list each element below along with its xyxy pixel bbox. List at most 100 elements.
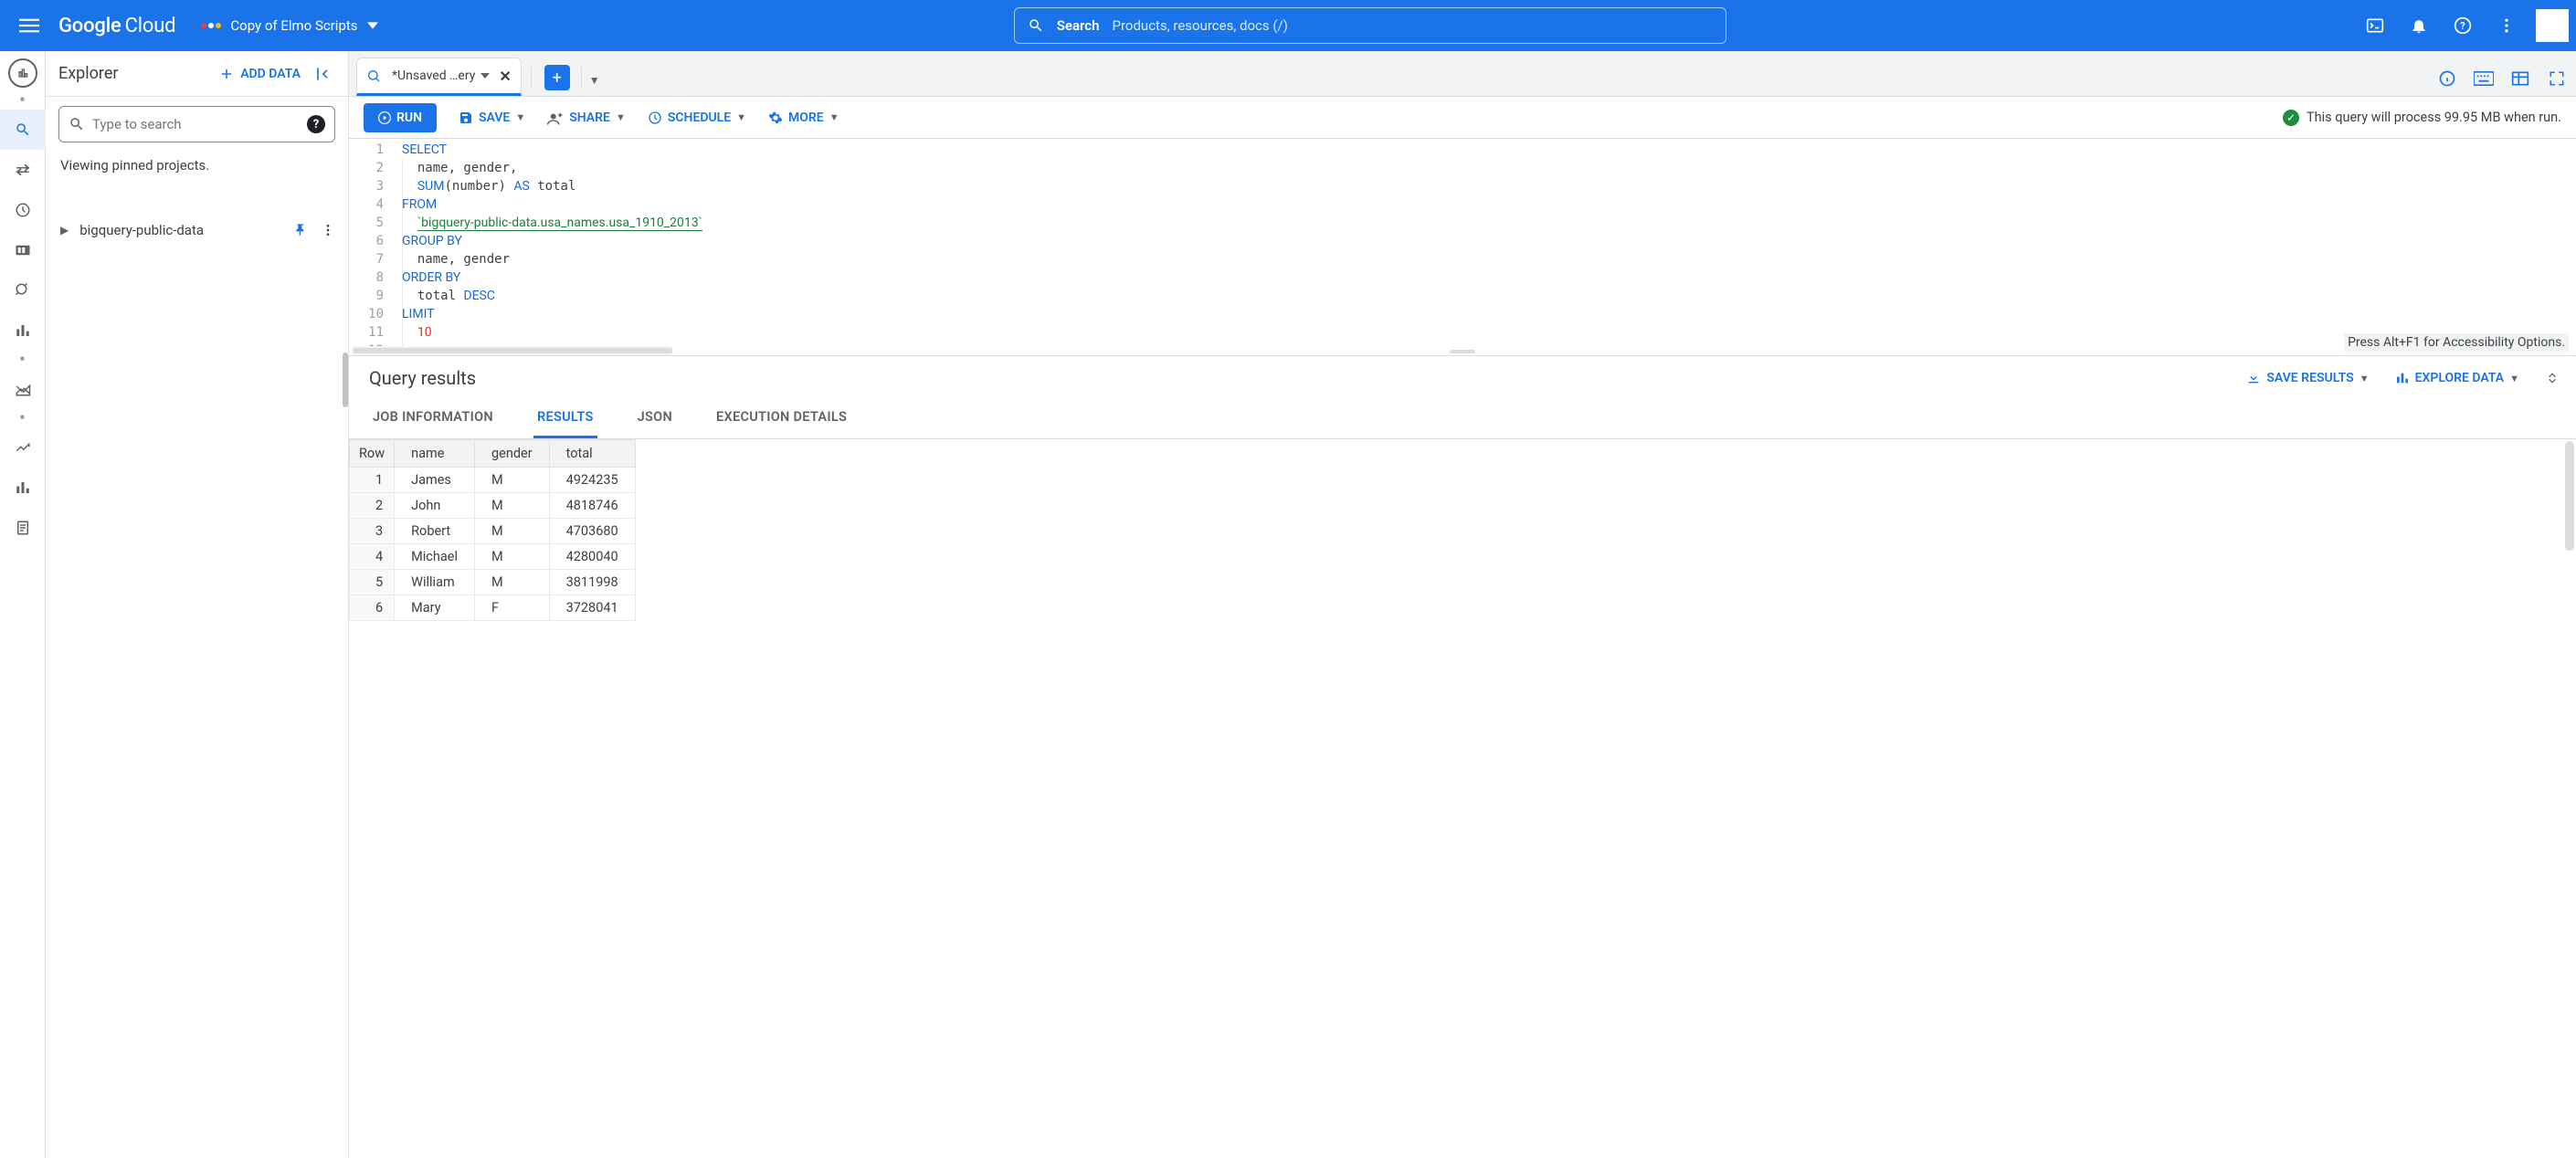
- col-gender[interactable]: gender: [474, 440, 549, 468]
- sql-editor[interactable]: 123456789101112 SELECT name, gender, SUM…: [349, 139, 2576, 356]
- cell-gender: M: [474, 493, 549, 519]
- results-v-scrollbar[interactable]: [2565, 441, 2574, 551]
- col-row[interactable]: Row: [350, 440, 395, 468]
- clock-icon: [648, 111, 662, 125]
- rail-admin[interactable]: [0, 369, 46, 409]
- success-check-icon: ✓: [2283, 110, 2299, 126]
- explorer-search-input[interactable]: [92, 116, 300, 132]
- cell-row: 2: [350, 493, 395, 519]
- col-total[interactable]: total: [549, 440, 635, 468]
- notifications-icon[interactable]: [2399, 5, 2439, 46]
- keyboard-icon[interactable]: [2474, 68, 2494, 89]
- account-avatar[interactable]: [2536, 9, 2569, 42]
- save-button[interactable]: SAVE ▼: [459, 111, 525, 125]
- tab-separator: [581, 67, 582, 89]
- cell-name: James: [395, 468, 475, 493]
- more-vert-icon[interactable]: [2486, 5, 2527, 46]
- search-help-icon[interactable]: ?: [307, 115, 325, 133]
- tab-results[interactable]: RESULTS: [533, 400, 597, 438]
- more-label: MORE: [788, 111, 824, 125]
- search-input[interactable]: [1113, 17, 1713, 34]
- new-tab-button[interactable]: +: [544, 65, 570, 90]
- rail-analytics-hub[interactable]: [0, 311, 46, 351]
- project-picker[interactable]: Copy of Elmo Scripts: [194, 9, 385, 42]
- table-row[interactable]: 2 John M 4818746: [350, 493, 636, 519]
- rail-capacity[interactable]: [0, 468, 46, 508]
- cell-name: Michael: [395, 544, 475, 570]
- close-tab-button[interactable]: ✕: [499, 68, 511, 85]
- more-button[interactable]: MORE ▼: [768, 111, 839, 125]
- cell-gender: M: [474, 468, 549, 493]
- fullscreen-icon[interactable]: [2547, 68, 2567, 89]
- query-toolbar: RUN SAVE ▼ SHARE ▼ SCHEDULE ▼ MORE ▼: [349, 97, 2576, 139]
- chevron-down-icon: ▼: [2509, 373, 2519, 384]
- results-title: Query results: [369, 367, 476, 389]
- cell-row: 5: [350, 570, 395, 595]
- query-info-icon[interactable]: [2437, 68, 2457, 89]
- rail-bi-engine[interactable]: [0, 270, 46, 311]
- explore-data-button[interactable]: EXPLORE DATA ▼: [2395, 371, 2519, 385]
- add-data-button[interactable]: ADD DATA: [218, 66, 301, 82]
- rail-data-transfers[interactable]: [0, 150, 46, 190]
- cell-gender: M: [474, 544, 549, 570]
- share-button[interactable]: SHARE ▼: [547, 111, 626, 125]
- code-area[interactable]: SELECT name, gender, SUM(number) AS tota…: [393, 139, 2576, 355]
- table-row[interactable]: 6 Mary F 3728041: [350, 595, 636, 621]
- pin-icon[interactable]: [293, 223, 308, 237]
- chevron-down-icon[interactable]: [480, 71, 490, 80]
- rail-monitoring[interactable]: [0, 427, 46, 468]
- results-tabs: JOB INFORMATION RESULTS JSON EXECUTION D…: [349, 400, 2576, 439]
- cell-row: 6: [350, 595, 395, 621]
- project-dots-icon: [201, 23, 221, 28]
- editor-tab[interactable]: *Unsaved …ery ✕: [356, 58, 522, 96]
- google-cloud-logo[interactable]: Google Cloud: [58, 15, 175, 37]
- share-icon: [547, 111, 564, 125]
- gear-icon: [768, 111, 783, 125]
- rail-separator: •: [0, 91, 46, 110]
- schedule-button[interactable]: SCHEDULE ▼: [648, 111, 746, 125]
- cell-gender: F: [474, 595, 549, 621]
- new-tab-menu[interactable]: ▼: [589, 74, 600, 87]
- rail-scheduled-queries[interactable]: [0, 190, 46, 230]
- explorer-search[interactable]: ?: [58, 106, 335, 142]
- table-row[interactable]: 4 Michael M 4280040: [350, 544, 636, 570]
- tab-job-information[interactable]: JOB INFORMATION: [369, 400, 497, 438]
- rail-sql-workspace[interactable]: [0, 110, 46, 150]
- table-row[interactable]: 5 William M 3811998: [350, 570, 636, 595]
- cell-row: 4: [350, 544, 395, 570]
- help-icon[interactable]: ?: [2443, 5, 2483, 46]
- resize-handle[interactable]: [1450, 350, 1475, 353]
- save-results-button[interactable]: SAVE RESULTS ▼: [2246, 371, 2369, 385]
- query-validation: ✓ This query will process 99.95 MB when …: [2283, 110, 2561, 126]
- tab-json[interactable]: JSON: [634, 400, 676, 438]
- rail-reservations[interactable]: [0, 230, 46, 270]
- rail-logs[interactable]: [0, 508, 46, 548]
- table-row[interactable]: 3 Robert M 4703680: [350, 519, 636, 544]
- rail-separator: •: [0, 351, 46, 369]
- chart-icon: [2395, 371, 2410, 385]
- nav-menu-button[interactable]: [7, 4, 51, 47]
- search-label: Search: [1057, 17, 1100, 34]
- run-button[interactable]: RUN: [364, 103, 437, 132]
- more-vert-icon[interactable]: [321, 223, 335, 237]
- save-label: SAVE: [479, 111, 510, 125]
- tab-execution-details[interactable]: EXECUTION DETAILS: [713, 400, 850, 438]
- project-name: Copy of Elmo Scripts: [230, 17, 357, 34]
- validation-text: This query will process 99.95 MB when ru…: [2307, 110, 2561, 125]
- chevron-down-icon: ▼: [829, 111, 839, 123]
- expand-results-icon[interactable]: [2545, 371, 2560, 385]
- global-search[interactable]: Search: [1014, 7, 1726, 44]
- col-name[interactable]: name: [395, 440, 475, 468]
- explorer-scrollbar[interactable]: [343, 353, 348, 407]
- bigquery-product-icon[interactable]: [8, 58, 37, 88]
- expand-caret-icon[interactable]: ▶: [60, 224, 69, 237]
- main-area: *Unsaved …ery ✕ + ▼ RUN SAVE: [349, 51, 2576, 1158]
- table-icon[interactable]: [2510, 68, 2530, 89]
- editor-h-scrollbar[interactable]: [353, 346, 672, 355]
- tree-item[interactable]: ▶ bigquery-public-data: [58, 214, 335, 247]
- cloud-shell-icon[interactable]: [2355, 5, 2395, 46]
- share-label: SHARE: [569, 111, 610, 125]
- collapse-panel-button[interactable]: [310, 61, 335, 87]
- table-row[interactable]: 1 James M 4924235: [350, 468, 636, 493]
- download-icon: [2246, 371, 2261, 385]
